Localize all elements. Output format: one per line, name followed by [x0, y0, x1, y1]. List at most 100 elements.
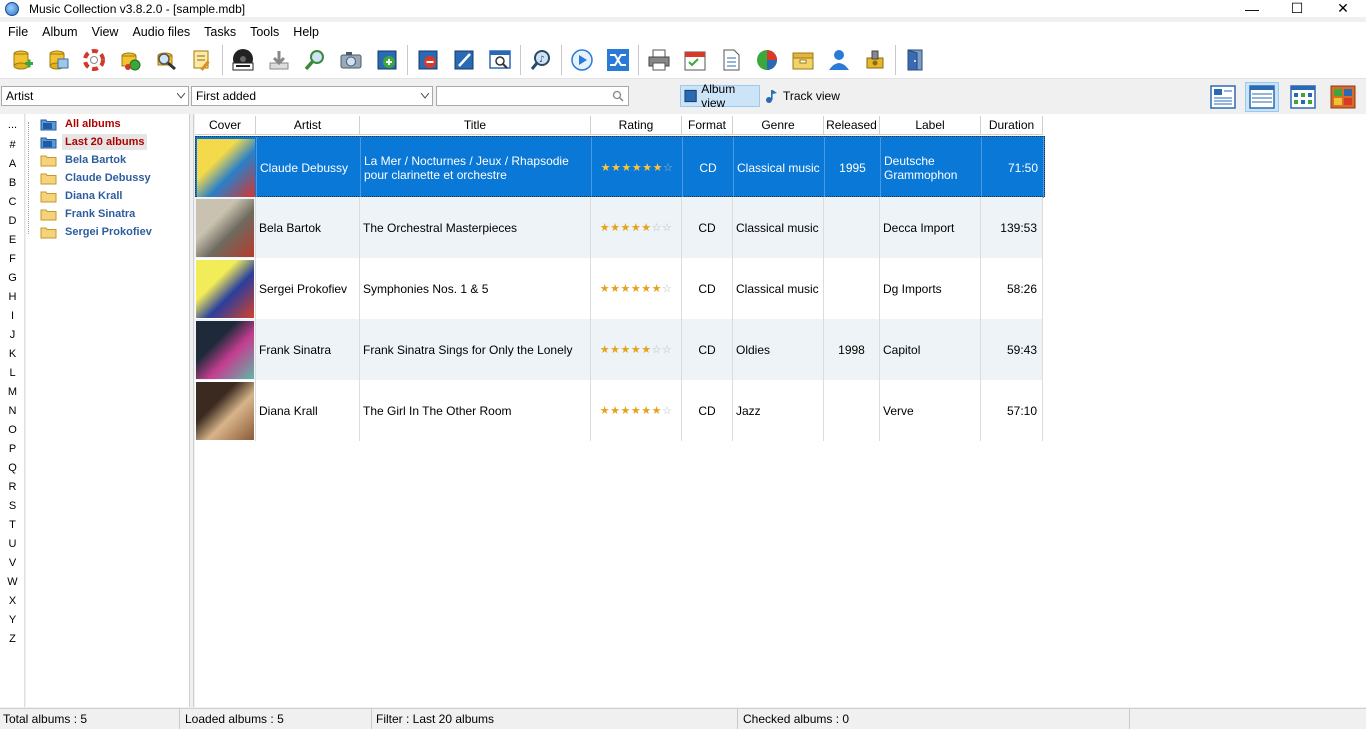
new-database-icon[interactable] — [7, 45, 37, 75]
panel-splitter[interactable] — [189, 114, 194, 707]
menu-help[interactable]: Help — [286, 22, 326, 42]
menu-file[interactable]: File — [1, 22, 35, 42]
alpha-item[interactable]: Y — [0, 613, 25, 627]
alpha-item[interactable]: S — [0, 499, 25, 513]
alpha-item[interactable]: ... — [0, 118, 25, 132]
archive-icon[interactable] — [788, 45, 818, 75]
plugin-icon[interactable] — [860, 45, 890, 75]
alpha-item[interactable]: T — [0, 518, 25, 532]
maximize-button[interactable]: ☐ — [1274, 0, 1320, 17]
edit-album-icon[interactable] — [449, 45, 479, 75]
menu-album[interactable]: Album — [35, 22, 84, 42]
column-header-title[interactable]: Title — [360, 116, 591, 135]
menu-tasks[interactable]: Tasks — [197, 22, 243, 42]
menu-tools[interactable]: Tools — [243, 22, 286, 42]
print-icon[interactable] — [644, 45, 674, 75]
track-view-button[interactable]: Track view — [763, 85, 843, 107]
download-icon[interactable] — [264, 45, 294, 75]
alpha-item[interactable]: Z — [0, 632, 25, 646]
tree-item-claude-debussy[interactable]: Claude Debussy — [40, 170, 154, 186]
sort-by-select[interactable]: First added — [191, 86, 433, 106]
preview-icon[interactable] — [485, 45, 515, 75]
alpha-item[interactable]: A — [0, 157, 25, 171]
alpha-item[interactable]: R — [0, 480, 25, 494]
album-cover-image[interactable] — [196, 381, 254, 440]
text-cd-icon[interactable] — [228, 45, 258, 75]
rating-stars[interactable]: ★★★★★★☆ — [600, 282, 673, 295]
shuffle-icon[interactable] — [603, 45, 633, 75]
alpha-item[interactable]: P — [0, 442, 25, 456]
alpha-item[interactable]: E — [0, 233, 25, 247]
alpha-item[interactable]: B — [0, 176, 25, 190]
alpha-item[interactable]: J — [0, 328, 25, 342]
edit-notes-icon[interactable] — [187, 45, 217, 75]
alpha-item[interactable]: I — [0, 309, 25, 323]
column-header-artist[interactable]: Artist — [256, 116, 360, 135]
zoom-in-icon[interactable] — [300, 45, 330, 75]
recycle-icon[interactable] — [115, 45, 145, 75]
tree-item-last-20-albums[interactable]: Last 20 albums — [40, 134, 148, 150]
menu-audio-files[interactable]: Audio files — [125, 22, 197, 42]
menu-view[interactable]: View — [85, 22, 126, 42]
table-row[interactable]: Frank Sinatra Frank Sinatra Sings for Onl… — [195, 319, 1043, 380]
alpha-item[interactable]: X — [0, 594, 25, 608]
layout-details-button[interactable] — [1206, 82, 1240, 112]
column-header-duration[interactable]: Duration — [981, 116, 1043, 135]
close-button[interactable]: ✕ — [1320, 0, 1366, 17]
tree-item-diana-krall[interactable]: Diana Krall — [40, 188, 125, 204]
alpha-item[interactable]: F — [0, 252, 25, 266]
table-row[interactable]: Claude Debussy La Mer / Nocturnes / Jeux … — [195, 136, 1045, 198]
search-input[interactable] — [436, 86, 629, 106]
audio-search-icon[interactable]: ♪ — [526, 45, 556, 75]
alpha-item[interactable]: U — [0, 537, 25, 551]
tree-item-all-albums[interactable]: All albums — [40, 116, 124, 132]
report-icon[interactable] — [716, 45, 746, 75]
alpha-item[interactable]: K — [0, 347, 25, 361]
alpha-item[interactable]: # — [0, 138, 25, 152]
column-header-released[interactable]: Released — [824, 116, 880, 135]
layout-thumbnails-button[interactable] — [1286, 82, 1320, 112]
column-header-rating[interactable]: Rating — [591, 116, 682, 135]
rating-stars[interactable]: ★★★★★★☆ — [600, 404, 673, 417]
rating-stars[interactable]: ★★★★★☆☆ — [600, 221, 673, 234]
table-row[interactable]: Sergei Prokofiev Symphonies Nos. 1 & 5 ★★★… — [195, 258, 1043, 319]
alpha-item[interactable]: O — [0, 423, 25, 437]
rating-stars[interactable]: ★★★★★★☆ — [601, 161, 674, 174]
minimize-button[interactable]: — — [1229, 0, 1275, 17]
column-header-cover[interactable]: Cover — [195, 116, 256, 135]
alpha-item[interactable]: C — [0, 195, 25, 209]
exit-icon[interactable] — [901, 45, 931, 75]
column-header-label[interactable]: Label — [880, 116, 981, 135]
search-disk-icon[interactable] — [151, 45, 181, 75]
alpha-item[interactable]: L — [0, 366, 25, 380]
camera-icon[interactable] — [336, 45, 366, 75]
help-lifebuoy-icon[interactable] — [79, 45, 109, 75]
rating-stars[interactable]: ★★★★★☆☆ — [600, 343, 673, 356]
alpha-item[interactable]: D — [0, 214, 25, 228]
play-icon[interactable] — [567, 45, 597, 75]
tree-item-sergei-prokofiev[interactable]: Sergei Prokofiev — [40, 224, 155, 240]
alpha-item[interactable]: V — [0, 556, 25, 570]
calendar-icon[interactable] — [680, 45, 710, 75]
layout-list-button[interactable] — [1245, 82, 1279, 112]
column-header-format[interactable]: Format — [682, 116, 733, 135]
alpha-item[interactable]: N — [0, 404, 25, 418]
user-icon[interactable] — [824, 45, 854, 75]
album-cover-image[interactable] — [196, 198, 254, 257]
table-row[interactable]: Diana Krall The Girl In The Other Room ★★★… — [195, 380, 1043, 441]
table-row[interactable]: Bela Bartok The Orchestral Masterpieces ★★… — [195, 197, 1043, 258]
group-by-select[interactable]: Artist — [1, 86, 189, 106]
alpha-item[interactable]: Q — [0, 461, 25, 475]
delete-album-icon[interactable] — [413, 45, 443, 75]
add-album-icon[interactable] — [372, 45, 402, 75]
column-header-genre[interactable]: Genre — [733, 116, 824, 135]
alpha-item[interactable]: M — [0, 385, 25, 399]
search-icon[interactable] — [612, 90, 624, 102]
open-database-icon[interactable] — [43, 45, 73, 75]
layout-covers-button[interactable] — [1326, 82, 1360, 112]
alpha-item[interactable]: W — [0, 575, 25, 589]
tree-item-bela-bartok[interactable]: Bela Bartok — [40, 152, 129, 168]
album-view-button[interactable]: Album view — [680, 82, 760, 110]
album-cover-image[interactable] — [196, 259, 254, 318]
album-cover-image[interactable] — [197, 138, 255, 197]
